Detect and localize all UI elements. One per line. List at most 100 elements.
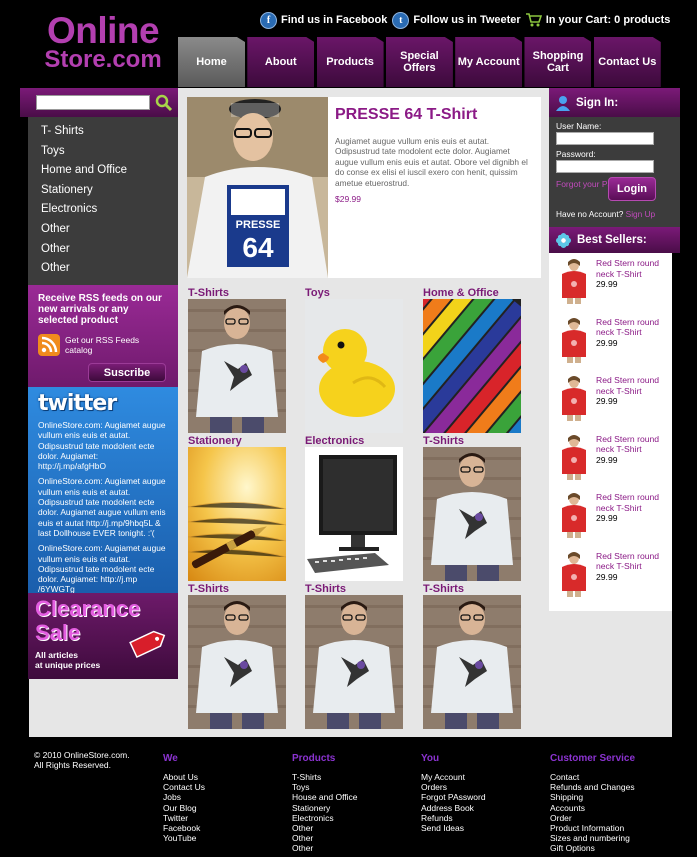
best-seller-thumbnail[interactable] — [559, 433, 589, 480]
grid-item-title[interactable]: Electronics — [305, 435, 403, 447]
footer-link[interactable]: Address Book — [421, 803, 486, 813]
footer-link[interactable]: Forgot PAssword — [421, 792, 486, 802]
category-item[interactable]: Other — [28, 220, 178, 240]
best-seller-item[interactable]: Red Stern round neck T-Shirt 29.99 — [549, 253, 672, 312]
footer-link[interactable]: Accounts — [550, 803, 635, 813]
tab-my-account[interactable]: My Account — [455, 37, 523, 87]
grid-item-title[interactable]: Home & Office — [423, 287, 521, 299]
footer-link[interactable]: Gift Options — [550, 843, 635, 853]
best-seller-name[interactable]: Red Stern round neck T-Shirt — [596, 492, 672, 513]
best-seller-item[interactable]: Red Stern round neck T-Shirt 29.99 — [549, 429, 672, 488]
footer-link[interactable]: Stationery — [292, 803, 358, 813]
best-seller-name[interactable]: Red Stern round neck T-Shirt — [596, 551, 672, 572]
tab-contact-us[interactable]: Contact Us — [593, 37, 661, 87]
category-item[interactable]: T- Shirts — [28, 122, 178, 142]
footer-link[interactable]: About Us — [163, 772, 205, 782]
footer-link[interactable]: My Account — [421, 772, 486, 782]
featured-product-image[interactable]: PRESSE 64 — [187, 97, 328, 278]
footer-link[interactable]: Toys — [292, 782, 358, 792]
footer-link[interactable]: Refunds and Changes — [550, 782, 635, 792]
best-seller-thumbnail[interactable] — [559, 316, 589, 363]
sign-up-link[interactable]: Sign Up — [626, 209, 656, 219]
best-seller-item[interactable]: Red Stern round neck T-Shirt 29.99 — [549, 370, 672, 429]
grid-item-title[interactable]: T-Shirts — [423, 583, 521, 595]
tab-home[interactable]: Home — [178, 37, 245, 87]
best-seller-name[interactable]: Red Stern round neck T-Shirt — [596, 317, 672, 338]
grid-item-title[interactable]: Toys — [305, 287, 403, 299]
best-seller-item[interactable]: Red Stern round neck T-Shirt 29.99 — [549, 546, 672, 605]
grid-item-title[interactable]: Stationery — [188, 435, 286, 447]
clearance-banner[interactable]: Clearance Sale All articles at unique pr… — [28, 593, 178, 679]
featured-product-title[interactable]: PRESSE 64 T-Shirt — [335, 106, 477, 124]
category-item[interactable]: Home and Office — [28, 161, 178, 181]
category-item[interactable]: Other — [28, 259, 178, 279]
grid-item-image[interactable] — [305, 595, 403, 729]
login-button[interactable]: Login — [608, 177, 656, 201]
best-seller-name[interactable]: Red Stern round neck T-Shirt — [596, 434, 672, 455]
footer-link[interactable]: Order — [550, 813, 635, 823]
store-logo[interactable]: Online Store.com — [30, 12, 176, 74]
footer-link[interactable]: Our Blog — [163, 803, 205, 813]
category-item[interactable]: Other — [28, 240, 178, 260]
tweet: OnlineStore.com: Augiamet augue vullum e… — [38, 420, 166, 472]
category-item[interactable]: Electronics — [28, 200, 178, 220]
footer-link[interactable]: Facebook — [163, 823, 205, 833]
grid-item-title[interactable]: T-Shirts — [423, 435, 521, 447]
subscribe-button[interactable]: Suscribe — [88, 363, 166, 382]
tab-products[interactable]: Products — [316, 37, 384, 87]
grid-item-image[interactable] — [188, 595, 286, 729]
search-input[interactable] — [36, 95, 150, 110]
best-seller-name[interactable]: Red Stern round neck T-Shirt — [596, 375, 672, 396]
footer-link[interactable]: Sizes and numbering — [550, 833, 635, 843]
footer-link[interactable]: Send Ideas — [421, 823, 486, 833]
best-seller-thumbnail[interactable] — [559, 492, 589, 538]
footer-link[interactable]: Other — [292, 833, 358, 843]
twitter-logo[interactable]: twitter — [38, 393, 168, 415]
rss-icon[interactable] — [38, 334, 60, 356]
footer-link[interactable]: Contact — [550, 772, 635, 782]
footer-link[interactable]: Refunds — [421, 813, 486, 823]
footer-link[interactable]: Product Information — [550, 823, 635, 833]
footer-link[interactable]: House and Office — [292, 792, 358, 802]
grid-item-image[interactable] — [423, 447, 521, 581]
category-item[interactable]: Stationery — [28, 181, 178, 201]
grid-item-image[interactable] — [188, 299, 286, 433]
best-seller-item[interactable]: Red Stern round neck T-Shirt 29.99 — [549, 312, 672, 371]
best-seller-thumbnail[interactable] — [559, 375, 589, 421]
footer-link[interactable]: Other — [292, 843, 358, 853]
username-field[interactable] — [556, 132, 654, 145]
facebook-link[interactable]: f Find us in Facebook — [260, 11, 387, 29]
grid-item-image[interactable] — [188, 447, 286, 581]
twitter-box: twitter OnlineStore.com: Augiamet augue … — [28, 387, 178, 595]
best-seller-thumbnail[interactable] — [559, 550, 589, 597]
footer-link[interactable]: Shipping — [550, 792, 635, 802]
cart-link[interactable]: In your Cart: 0 products — [525, 13, 670, 27]
tab-about[interactable]: About — [247, 37, 315, 87]
footer-link[interactable]: Other — [292, 823, 358, 833]
tab-shopping-cart[interactable]: Shopping Cart — [524, 37, 592, 87]
grid-item-image[interactable] — [305, 447, 403, 581]
footer-link[interactable]: YouTube — [163, 833, 205, 843]
password-field[interactable] — [556, 160, 654, 173]
tweet: OnlineStore.com: Augiamet augue vullum e… — [38, 543, 166, 595]
footer-link[interactable]: Orders — [421, 782, 486, 792]
grid-item-title[interactable]: T-Shirts — [188, 287, 286, 299]
footer-link[interactable]: Jobs — [163, 792, 205, 802]
grid-item-image[interactable] — [305, 299, 403, 433]
search-icon[interactable] — [155, 94, 173, 112]
footer-link[interactable]: Electronics — [292, 813, 358, 823]
footer-link[interactable]: Twitter — [163, 813, 205, 823]
rss-link[interactable]: Get our RSS Feeds catalog — [65, 335, 168, 355]
grid-item-title[interactable]: T-Shirts — [188, 583, 286, 595]
grid-item-title[interactable]: T-Shirts — [305, 583, 403, 595]
footer-link[interactable]: T-Shirts — [292, 772, 358, 782]
best-seller-name[interactable]: Red Stern round neck T-Shirt — [596, 258, 672, 279]
grid-item-image[interactable] — [423, 299, 521, 433]
best-seller-thumbnail[interactable] — [559, 258, 589, 304]
grid-item-image[interactable] — [423, 595, 521, 729]
tab-special-offers[interactable]: Special Offers — [385, 37, 453, 87]
category-item[interactable]: Toys — [28, 142, 178, 162]
twitter-link[interactable]: t Follow us in Tweeter — [392, 11, 521, 29]
best-seller-item[interactable]: Red Stern round neck T-Shirt 29.99 — [549, 487, 672, 546]
footer-link[interactable]: Contact Us — [163, 782, 205, 792]
